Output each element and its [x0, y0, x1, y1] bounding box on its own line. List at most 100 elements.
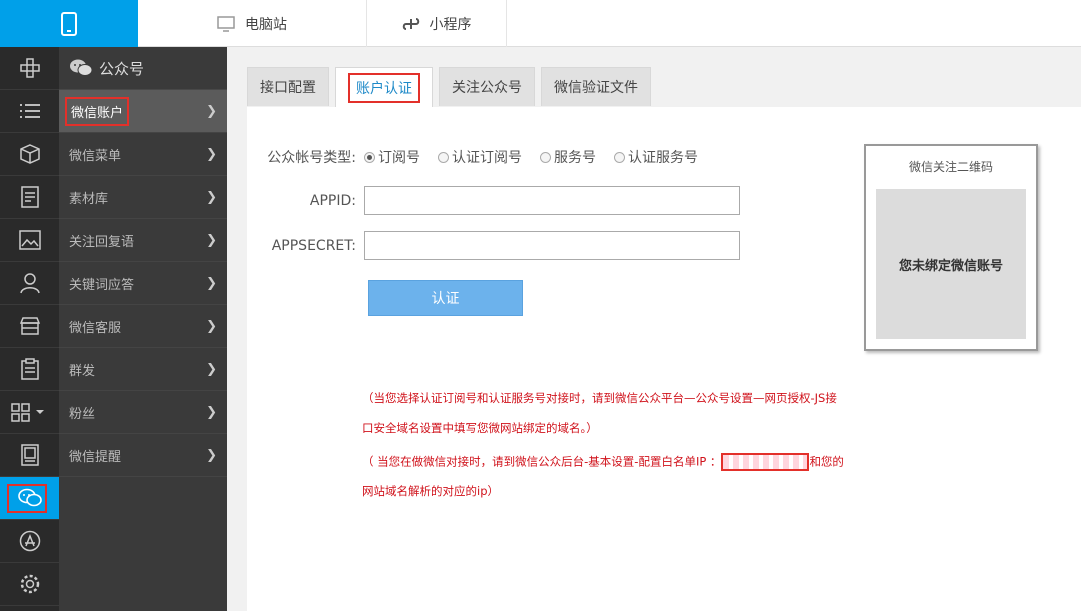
radio-dot — [364, 151, 375, 163]
tab-mini-program-label: 小程序 — [429, 16, 472, 33]
note-line-1: （当您选择认证订阅号和认证服务号对接时，请到微信公众平台—公众号设置—网页授权-… — [362, 391, 837, 405]
note-line-3b: 和您的 — [809, 454, 844, 469]
rail-settings[interactable] — [0, 563, 59, 606]
submenu-item-label: 微信账户 — [65, 96, 130, 126]
submenu-item-keyword-reply[interactable]: 关键词应答 ❯ — [59, 262, 227, 305]
chevron-right-icon: ❯ — [206, 275, 217, 291]
submenu-item-reminder[interactable]: 微信提醒 ❯ — [59, 434, 227, 477]
submenu-item-material[interactable]: 素材库 ❯ — [59, 176, 227, 219]
submenu-item-fans[interactable]: 粉丝 ❯ — [59, 391, 227, 434]
tab-label: 接口配置 — [260, 80, 316, 96]
submenu-item-label: 微信提醒 — [69, 449, 122, 465]
mobile-phone-icon — [61, 11, 77, 36]
account-type-label: 公众帐号类型: — [267, 150, 356, 166]
rail-clipboard[interactable] — [0, 348, 59, 391]
rail-grid[interactable] — [0, 391, 59, 434]
appid-input[interactable] — [364, 186, 740, 215]
rail-picture-frame[interactable] — [0, 434, 59, 477]
tab-label: 微信验证文件 — [554, 80, 638, 96]
icon-rail — [0, 47, 59, 611]
tab-follow-account[interactable]: 关注公众号 — [439, 67, 535, 106]
rail-store[interactable] — [0, 305, 59, 348]
rail-wechat-highlight — [7, 484, 47, 513]
submenu-item-label: 粉丝 — [69, 406, 96, 422]
tab-pc-site[interactable]: 电脑站 — [138, 0, 367, 47]
submenu-item-label: 群发 — [69, 363, 96, 379]
submenu-item-label: 素材库 — [69, 191, 109, 207]
document-icon — [20, 186, 39, 208]
radio-subscription[interactable]: 订阅号 — [364, 147, 420, 167]
tab-mini-program[interactable]: 小程序 — [367, 0, 507, 47]
qr-placeholder: 您未绑定微信账号 — [876, 189, 1026, 339]
radio-label: 订阅号 — [378, 150, 420, 166]
tab-verify-file[interactable]: 微信验证文件 — [541, 67, 651, 106]
radio-verified-service[interactable]: 认证服务号 — [614, 147, 698, 167]
tab-label: 关注公众号 — [452, 80, 522, 96]
rail-box[interactable] — [0, 133, 59, 176]
rail-image[interactable] — [0, 219, 59, 262]
grid-icon — [10, 403, 44, 422]
note-line-2: 口安全域名设置中填写您微网站绑定的域名。） — [362, 421, 598, 435]
submenu-item-label: 微信客服 — [69, 320, 122, 336]
appid-label: APPID: — [309, 192, 356, 209]
submenu-item-label: 微信菜单 — [69, 148, 122, 164]
rail-ui-builder[interactable] — [0, 47, 59, 90]
chevron-right-icon: ❯ — [206, 146, 217, 162]
submenu-item-label: 关键词应答 — [69, 277, 135, 293]
rail-wechat[interactable] — [0, 477, 59, 520]
app-store-icon — [19, 530, 40, 552]
note-line-4: 网站域名解析的对应的ip） — [362, 484, 499, 498]
submenu-item-wechat-menu[interactable]: 微信菜单 ❯ — [59, 133, 227, 176]
radio-dot — [540, 151, 551, 163]
chevron-right-icon: ❯ — [206, 318, 217, 334]
ui-builder-icon — [19, 58, 40, 78]
user-icon — [19, 273, 40, 294]
picture-frame-icon — [20, 444, 39, 466]
radio-label: 服务号 — [554, 150, 596, 166]
appid-row: APPID: — [247, 186, 740, 215]
gear-icon — [20, 574, 39, 594]
submenu-header: 公众号 — [59, 47, 227, 90]
rail-app-store[interactable] — [0, 520, 59, 563]
mini-program-icon — [402, 17, 419, 30]
tab-interface-config[interactable]: 接口配置 — [247, 67, 329, 106]
rail-document[interactable] — [0, 176, 59, 219]
qr-card: 微信关注二维码 您未绑定微信账号 — [864, 144, 1038, 351]
chevron-right-icon: ❯ — [206, 404, 217, 420]
radio-service[interactable]: 服务号 — [540, 147, 596, 167]
chevron-right-icon: ❯ — [206, 189, 217, 205]
tab-pc-site-label: 电脑站 — [245, 16, 287, 33]
radio-label: 认证服务号 — [628, 150, 698, 166]
chevron-right-icon: ❯ — [206, 232, 217, 248]
clipboard-icon — [20, 358, 39, 380]
auth-submit-button[interactable]: 认证 — [368, 280, 523, 316]
submenu-item-broadcast[interactable]: 群发 ❯ — [59, 348, 227, 391]
submenu-item-customer-service[interactable]: 微信客服 ❯ — [59, 305, 227, 348]
radio-verified-subscription[interactable]: 认证订阅号 — [438, 147, 522, 167]
submenu: 公众号 微信账户 ❯ 微信菜单 ❯ 素材库 ❯ 关注回复语 ❯ 关键词应答 ❯ … — [59, 47, 227, 611]
box-icon — [19, 144, 40, 164]
main-content: 接口配置 账户认证 关注公众号 微信验证文件 公众帐号类型: 订阅号 认证订阅号… — [227, 47, 1081, 611]
appsecret-label: APPSECRET: — [271, 237, 356, 254]
submenu-item-follow-reply[interactable]: 关注回复语 ❯ — [59, 219, 227, 262]
appsecret-row: APPSECRET: — [247, 231, 740, 260]
tab-account-auth[interactable]: 账户认证 — [335, 67, 433, 107]
list-icon — [19, 104, 40, 118]
chevron-right-icon: ❯ — [206, 103, 217, 119]
chevron-right-icon: ❯ — [206, 361, 217, 377]
rail-list[interactable] — [0, 90, 59, 133]
submenu-item-wechat-account[interactable]: 微信账户 ❯ — [59, 90, 227, 133]
content-tabs: 接口配置 账户认证 关注公众号 微信验证文件 — [247, 67, 651, 107]
radio-dot — [438, 151, 449, 163]
radio-label: 认证订阅号 — [452, 150, 522, 166]
account-type-row: 公众帐号类型: 订阅号 认证订阅号 服务号 认证服务号 — [247, 147, 716, 167]
appsecret-input[interactable] — [364, 231, 740, 260]
submenu-item-label: 关注回复语 — [69, 234, 135, 250]
tab-mobile[interactable] — [0, 0, 138, 47]
qr-title: 微信关注二维码 — [908, 160, 993, 174]
rail-user[interactable] — [0, 262, 59, 305]
submenu-title: 公众号 — [99, 59, 145, 78]
chevron-right-icon: ❯ — [206, 447, 217, 463]
tab-label: 账户认证 — [348, 72, 420, 103]
top-bar: 电脑站 小程序 — [0, 0, 1081, 47]
